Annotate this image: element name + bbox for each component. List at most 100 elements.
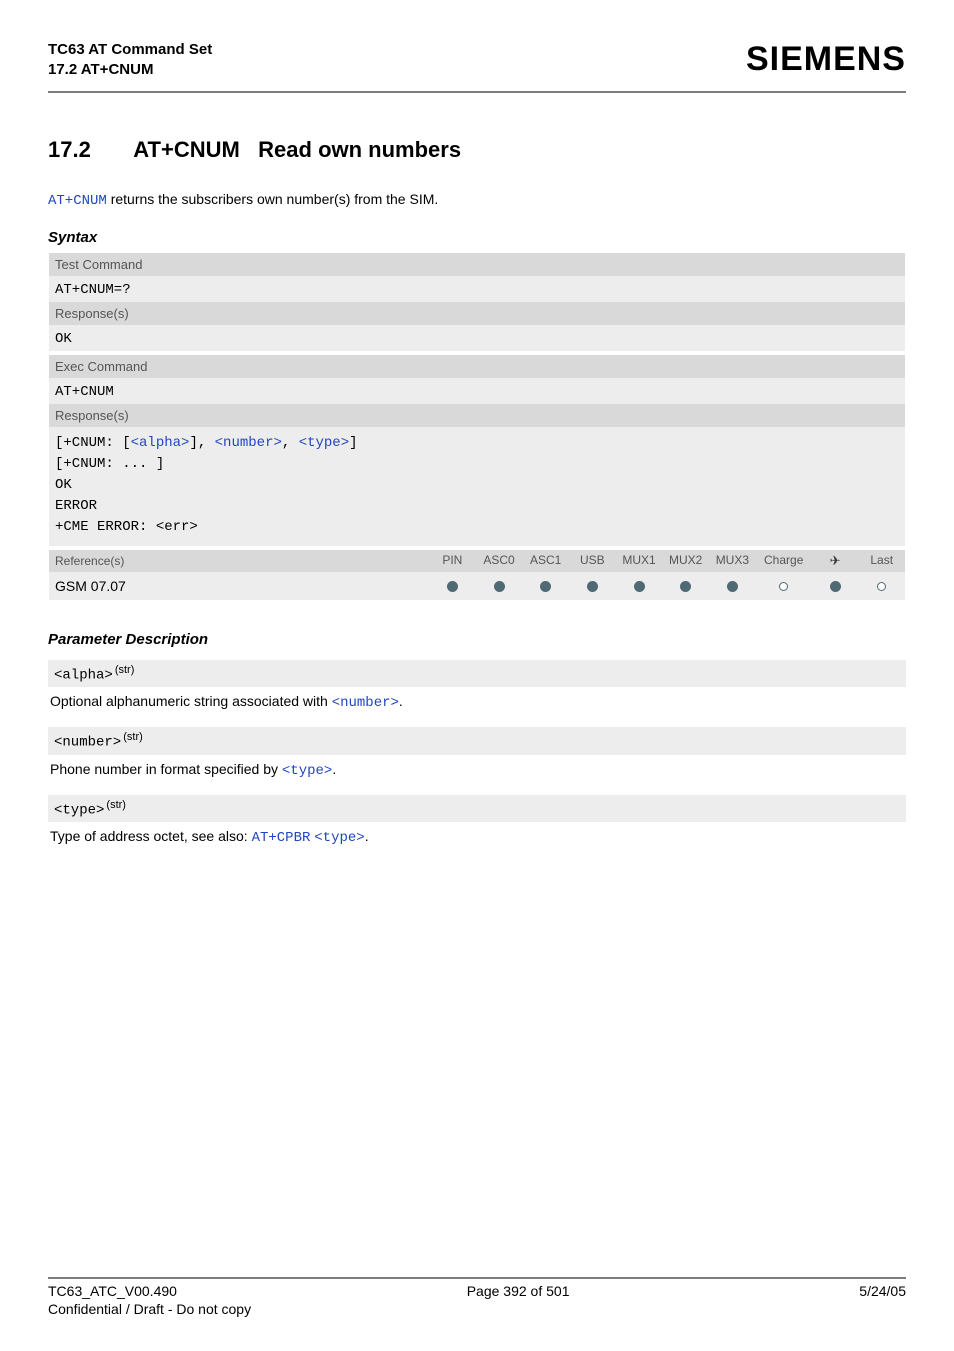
exec-response-body: [+CNUM: [<alpha>], <number>, <type>] [+C… bbox=[49, 427, 905, 546]
resp-l1-c1: , bbox=[198, 435, 215, 451]
param-type-sup: (str) bbox=[104, 799, 126, 811]
col-mux1: MUX1 bbox=[616, 553, 663, 569]
response-ok-1: OK bbox=[49, 325, 905, 351]
gsm-label: GSM 07.07 bbox=[49, 572, 429, 600]
footer-row: TC63_ATC_V00.490 Page 392 of 501 5/24/05 bbox=[48, 1283, 906, 1299]
test-command-label: Test Command bbox=[49, 253, 905, 276]
resp-l1-tag: +CNUM: bbox=[63, 435, 122, 451]
syntax-block: Test Command AT+CNUM=? Response(s) OK Ex… bbox=[48, 252, 906, 601]
param-type-text-before: Type of address octet, see also: bbox=[50, 828, 252, 844]
dot-filled-icon bbox=[727, 581, 738, 592]
dot-empty-icon bbox=[779, 582, 788, 591]
resp-l1-close: ] bbox=[349, 435, 357, 451]
resp-l1-c2: , bbox=[282, 435, 299, 451]
section-heading: 17.2 AT+CNUM Read own numbers bbox=[48, 137, 906, 163]
resp-line-1: [+CNUM: [<alpha>], <number>, <type>] bbox=[55, 433, 899, 454]
param-number-name: <number> bbox=[54, 735, 121, 751]
resp-line-4: ERROR bbox=[55, 496, 899, 517]
intro-paragraph: AT+CNUM returns the subscribers own numb… bbox=[48, 191, 906, 209]
page-header: TC63 AT Command Set 17.2 AT+CNUM SIEMENS bbox=[48, 40, 906, 81]
resp-alpha-link[interactable]: <alpha> bbox=[131, 435, 190, 451]
param-number-link[interactable]: <type> bbox=[282, 763, 332, 779]
ok-text-1: OK bbox=[55, 331, 72, 347]
param-alpha-text-after: . bbox=[399, 693, 403, 709]
intro-cmd-link[interactable]: AT+CNUM bbox=[48, 193, 107, 209]
col-airplane: ✈ bbox=[812, 553, 859, 569]
param-number-header: <number>(str) bbox=[48, 727, 906, 755]
parameter-description-section: Parameter Description <alpha>(str) Optio… bbox=[48, 631, 906, 851]
resp-line-3: OK bbox=[55, 475, 899, 496]
param-alpha-name: <alpha> bbox=[54, 667, 113, 683]
doc-title-line2: 17.2 AT+CNUM bbox=[48, 60, 212, 80]
param-type-link1[interactable]: AT+CPBR bbox=[252, 830, 311, 846]
reference-header-row: Reference(s) PIN ASC0 ASC1 USB MUX1 MUX2… bbox=[49, 550, 905, 572]
param-alpha-link[interactable]: <number> bbox=[332, 695, 399, 711]
resp-l5-b: <err> bbox=[156, 519, 198, 535]
dot-filled-icon bbox=[494, 581, 505, 592]
col-asc1: ASC1 bbox=[522, 553, 569, 569]
section-number: 17.2 bbox=[48, 137, 128, 163]
param-alpha-header: <alpha>(str) bbox=[48, 660, 906, 688]
airplane-icon: ✈ bbox=[830, 553, 841, 568]
param-type-text: Type of address octet, see also: AT+CPBR… bbox=[48, 822, 906, 850]
resp-type-link[interactable]: <type> bbox=[299, 435, 349, 451]
col-mux2: MUX2 bbox=[662, 553, 709, 569]
section-title-text: Read own numbers bbox=[258, 137, 461, 162]
footer-rule bbox=[48, 1277, 906, 1279]
dot-empty-icon bbox=[877, 582, 886, 591]
footer-right: 5/24/05 bbox=[859, 1283, 906, 1299]
header-rule bbox=[48, 91, 906, 93]
param-type-header: <type>(str) bbox=[48, 795, 906, 823]
reference-label: Reference(s) bbox=[49, 550, 429, 572]
dot-asc1 bbox=[522, 578, 569, 594]
dot-charge bbox=[756, 578, 812, 594]
col-charge: Charge bbox=[756, 553, 812, 569]
param-desc-heading: Parameter Description bbox=[48, 631, 906, 648]
col-mux3: MUX3 bbox=[709, 553, 756, 569]
footer-center: Page 392 of 501 bbox=[177, 1283, 859, 1299]
dot-filled-icon bbox=[680, 581, 691, 592]
resp-l1-bopen: [ bbox=[122, 435, 130, 451]
reference-columns: PIN ASC0 ASC1 USB MUX1 MUX2 MUX3 Charge … bbox=[429, 550, 905, 572]
param-type-name: <type> bbox=[54, 802, 104, 818]
page-footer: TC63_ATC_V00.490 Page 392 of 501 5/24/05… bbox=[48, 1277, 906, 1317]
test-command-text: AT+CNUM=? bbox=[55, 282, 131, 298]
dot-mux3 bbox=[709, 578, 756, 594]
footer-sub: Confidential / Draft - Do not copy bbox=[48, 1301, 906, 1317]
param-number-text-before: Phone number in format specified by bbox=[50, 761, 282, 777]
intro-text: returns the subscribers own number(s) fr… bbox=[107, 191, 438, 207]
dot-asc0 bbox=[476, 578, 523, 594]
resp-line-5: +CME ERROR: <err> bbox=[55, 517, 899, 538]
dot-filled-icon bbox=[830, 581, 841, 592]
dot-filled-icon bbox=[634, 581, 645, 592]
exec-command-label: Exec Command bbox=[49, 355, 905, 378]
col-asc0: ASC0 bbox=[476, 553, 523, 569]
param-type-link2[interactable]: <type> bbox=[314, 830, 364, 846]
col-last: Last bbox=[858, 553, 905, 569]
dot-pin bbox=[429, 578, 476, 594]
dot-mux2 bbox=[662, 578, 709, 594]
dot-airplane bbox=[812, 578, 859, 594]
param-alpha-text-before: Optional alphanumeric string associated … bbox=[50, 693, 332, 709]
param-number-sup: (str) bbox=[121, 731, 143, 743]
param-alpha-text: Optional alphanumeric string associated … bbox=[48, 687, 906, 715]
response-label-1: Response(s) bbox=[49, 302, 905, 325]
exec-command-text: AT+CNUM bbox=[55, 384, 114, 400]
reference-value-row: GSM 07.07 bbox=[49, 572, 905, 600]
col-usb: USB bbox=[569, 553, 616, 569]
resp-number-link[interactable]: <number> bbox=[215, 435, 282, 451]
dot-usb bbox=[569, 578, 616, 594]
param-alpha-sup: (str) bbox=[113, 664, 135, 676]
param-number-text-after: . bbox=[332, 761, 336, 777]
param-type-text-after: . bbox=[365, 828, 369, 844]
col-pin: PIN bbox=[429, 553, 476, 569]
header-title: TC63 AT Command Set 17.2 AT+CNUM bbox=[48, 40, 212, 81]
resp-l5-a: +CME ERROR: bbox=[55, 519, 156, 535]
brand-logo: SIEMENS bbox=[746, 40, 906, 79]
dot-filled-icon bbox=[447, 581, 458, 592]
param-number-text: Phone number in format specified by <typ… bbox=[48, 755, 906, 783]
test-command-row: AT+CNUM=? bbox=[49, 276, 905, 302]
response-label-2: Response(s) bbox=[49, 404, 905, 427]
section-command: AT+CNUM bbox=[133, 137, 240, 162]
gsm-dots bbox=[429, 574, 905, 598]
